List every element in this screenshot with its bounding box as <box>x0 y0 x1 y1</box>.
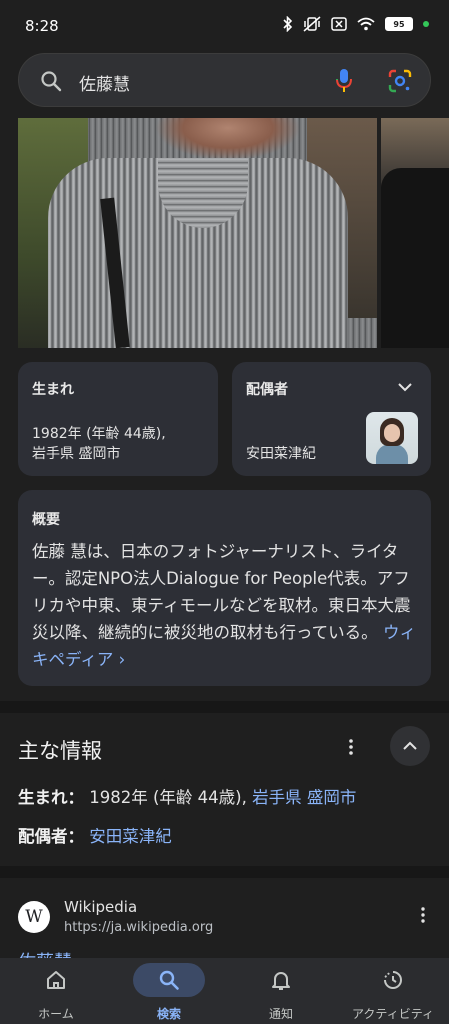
status-icons: 95 <box>283 16 429 32</box>
spouse-thumbnail[interactable] <box>366 412 418 464</box>
nav-home[interactable]: ホーム <box>20 958 92 1024</box>
status-time: 8:28 <box>25 17 59 35</box>
spouse-label: 配偶者 <box>246 382 288 398</box>
born-label: 生まれ <box>32 382 74 398</box>
wikipedia-favicon-letter: W <box>25 907 43 927</box>
spouse-card[interactable]: 配偶者 安田菜津紀 <box>232 362 431 476</box>
bluetooth-icon <box>283 16 293 32</box>
overview-label: 概要 <box>32 512 60 528</box>
born-value: 1982年 (年齢 44歳), 岩手県 盛岡市 <box>32 426 166 462</box>
battery-icon: 95 <box>385 17 413 31</box>
fact-born-place-link[interactable]: 岩手県 盛岡市 <box>252 788 356 807</box>
bottom-nav: ホーム 検索 通知 アクティビティ <box>0 958 449 1024</box>
mic-icon[interactable] <box>334 67 354 95</box>
more-vert-icon[interactable] <box>416 906 430 924</box>
search-input[interactable]: 佐藤慧 <box>79 70 130 95</box>
chevron-down-icon[interactable] <box>397 379 413 395</box>
person-photo-secondary[interactable] <box>381 118 449 348</box>
battery-level: 95 <box>393 19 405 29</box>
nav-activity-label: アクティビティ <box>352 1007 434 1021</box>
collapse-button[interactable] <box>390 726 430 766</box>
overview-description: 佐藤 慧は、日本のフォトジャーナリスト、ライター。認定NPO法人Dialogue… <box>32 542 411 642</box>
search-bar[interactable]: 佐藤慧 <box>18 53 431 107</box>
search-icon <box>41 71 62 92</box>
status-bar: 8:28 95 <box>0 0 449 52</box>
wiki-url[interactable]: https://ja.wikipedia.org <box>64 920 213 935</box>
nav-notifications[interactable]: 通知 <box>245 958 317 1024</box>
fact-born-value: 1982年 (年齢 44歳), <box>89 788 253 807</box>
overview-card: 概要 佐藤 慧は、日本のフォトジャーナリスト、ライター。認定NPO法人Dialo… <box>18 490 431 686</box>
section-divider <box>0 701 449 713</box>
overview-text: 佐藤 慧は、日本のフォトジャーナリスト、ライター。認定NPO法人Dialogue… <box>32 538 422 673</box>
wiki-site-name[interactable]: Wikipedia <box>64 898 137 916</box>
nav-search-label: 検索 <box>156 1007 181 1021</box>
person-photo[interactable] <box>18 118 377 348</box>
fact-born-row: 生まれ： 1982年 (年齢 44歳), 岩手県 盛岡市 <box>18 784 356 808</box>
born-card[interactable]: 生まれ 1982年 (年齢 44歳), 岩手県 盛岡市 <box>18 362 218 476</box>
fact-spouse-key: 配偶者： <box>18 827 84 846</box>
wifi-icon <box>357 17 375 31</box>
section-divider-2 <box>0 866 449 878</box>
vibrate-off-icon <box>303 16 321 32</box>
privacy-dot-icon <box>423 21 429 27</box>
fact-born-key: 生まれ： <box>18 788 84 807</box>
spouse-value: 安田菜津紀 <box>246 446 316 462</box>
main-info-title: 主な情報 <box>18 739 102 763</box>
image-carousel[interactable] <box>0 118 449 348</box>
more-vert-icon[interactable] <box>343 737 359 757</box>
home-icon <box>47 971 65 989</box>
search-icon <box>159 970 179 990</box>
nfc-icon <box>331 17 347 31</box>
fact-spouse-row: 配偶者： 安田菜津紀 <box>18 823 172 847</box>
nav-search[interactable]: 検索 <box>132 958 206 1024</box>
wikipedia-favicon[interactable]: W <box>18 901 50 933</box>
chevron-up-icon <box>403 741 417 750</box>
bell-icon <box>272 972 290 990</box>
nav-activity[interactable]: アクティビティ <box>343 958 443 1024</box>
fact-spouse-link[interactable]: 安田菜津紀 <box>89 827 172 846</box>
nav-home-label: ホーム <box>38 1007 74 1021</box>
nav-notifications-label: 通知 <box>268 1007 293 1021</box>
lens-icon[interactable] <box>387 68 413 94</box>
activity-icon <box>384 971 402 989</box>
